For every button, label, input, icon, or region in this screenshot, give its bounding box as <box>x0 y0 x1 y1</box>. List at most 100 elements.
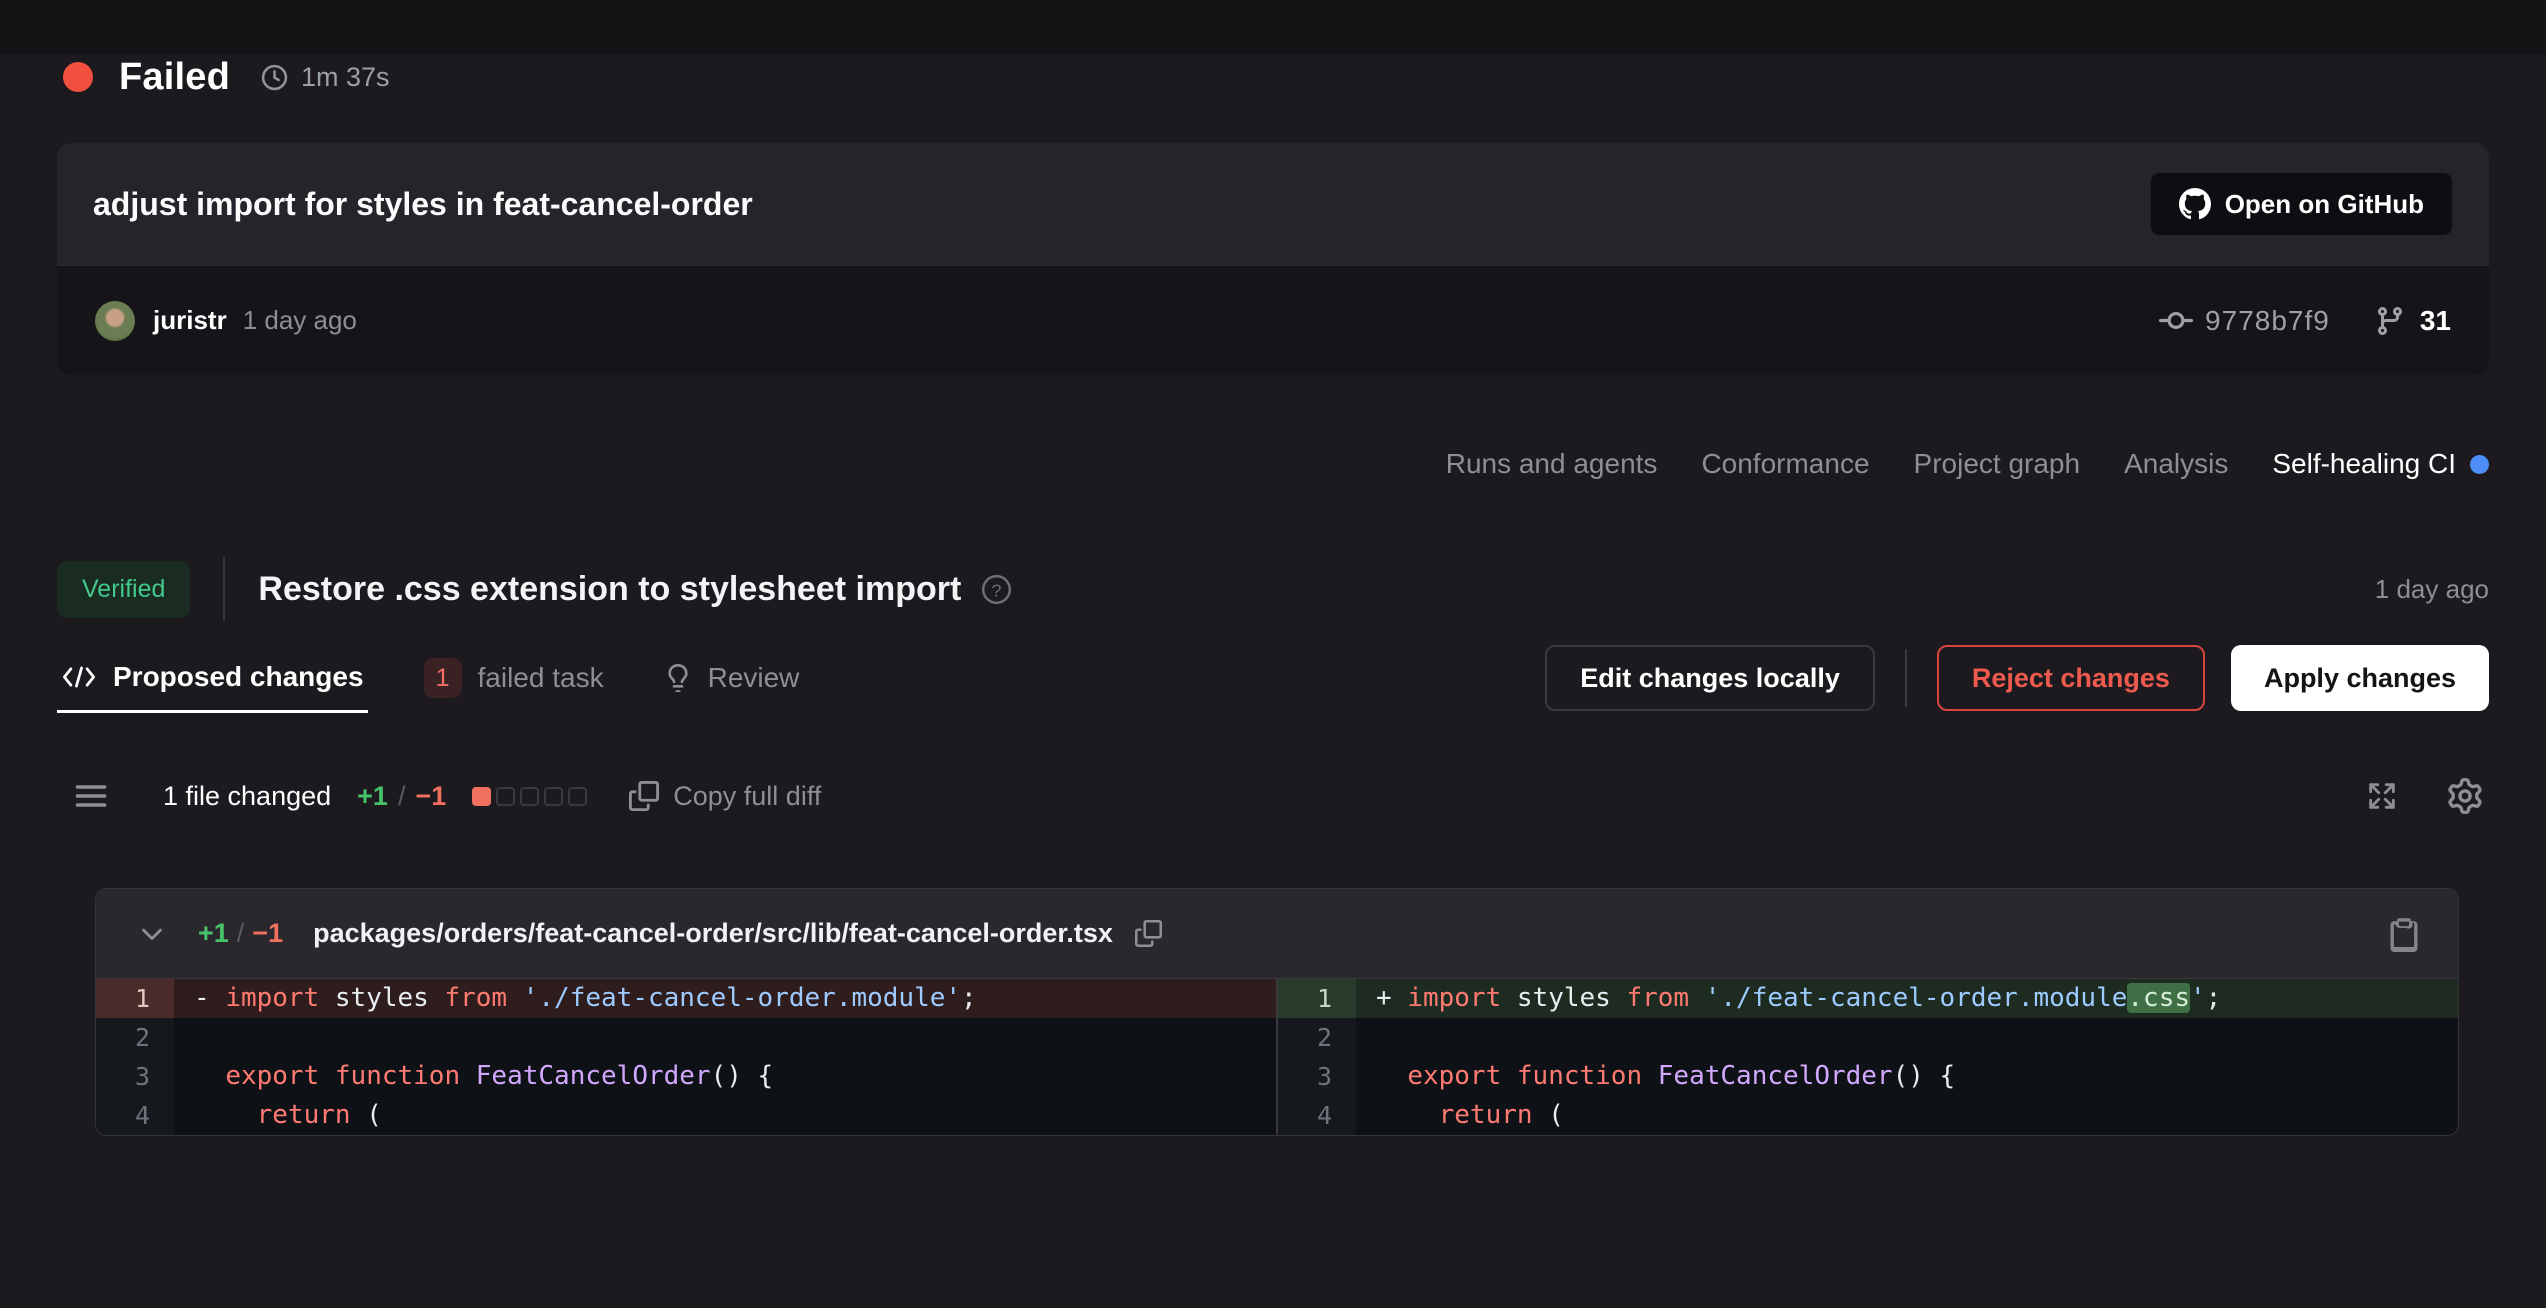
nav-conformance[interactable]: Conformance <box>1701 448 1869 480</box>
avatar <box>95 301 135 341</box>
copy-file-diff-icon[interactable] <box>2386 916 2422 952</box>
divider <box>223 557 225 621</box>
nav-project-graph[interactable]: Project graph <box>1914 448 2081 480</box>
branch-group[interactable]: 31 <box>2374 305 2451 337</box>
status-row: Failed 1m 37s <box>57 54 2489 100</box>
nav-analysis[interactable]: Analysis <box>2124 448 2228 480</box>
copy-full-diff-button[interactable]: Copy full diff <box>629 781 821 812</box>
diff-block <box>520 787 539 806</box>
notification-dot <box>2470 455 2489 474</box>
nav-self-healing-ci[interactable]: Self-healing CI <box>2272 448 2489 480</box>
copy-full-diff-label: Copy full diff <box>673 781 821 812</box>
github-button-label: Open on GitHub <box>2225 189 2424 220</box>
github-icon <box>2179 188 2211 220</box>
file-additions: +1 <box>198 918 229 949</box>
code-line: return ( <box>1356 1096 2458 1135</box>
diff-block <box>472 787 491 806</box>
files-changed-label: 1 file changed <box>163 781 331 812</box>
tab-failed-task[interactable]: 1 failed task <box>420 643 608 713</box>
reject-changes-button[interactable]: Reject changes <box>1937 645 2205 711</box>
expand-icon[interactable] <box>2365 779 2399 813</box>
code-line: export function FeatCancelOrder() { <box>1356 1057 2458 1096</box>
divider <box>1905 649 1907 707</box>
help-icon[interactable]: ? <box>981 574 1012 605</box>
copy-path-icon[interactable] <box>1135 920 1162 947</box>
failed-status-dot <box>63 62 93 92</box>
nav-runs-and-agents[interactable]: Runs and agents <box>1446 448 1658 480</box>
page: Failed 1m 37s adjust import for styles i… <box>0 54 2546 1308</box>
code-line: export function FeatCancelOrder() { <box>174 1057 1276 1096</box>
code-line: - import styles from './feat-cancel-orde… <box>174 979 1276 1018</box>
diff-line: 2 <box>1278 1018 2458 1057</box>
diff-line: 3 export function FeatCancelOrder() { <box>1278 1057 2458 1096</box>
file-deletions: −1 <box>252 918 283 949</box>
failed-count-badge: 1 <box>424 658 462 698</box>
commit-card-top: adjust import for styles in feat-cancel-… <box>57 143 2489 265</box>
clock-icon <box>260 63 289 92</box>
line-number: 2 <box>1278 1018 1356 1057</box>
line-number: 4 <box>96 1096 174 1135</box>
diff-line: 1- import styles from './feat-cancel-ord… <box>96 979 1276 1018</box>
file-list-menu-icon[interactable] <box>73 781 109 811</box>
stat-separator: / <box>398 781 406 812</box>
additions-count: +1 <box>357 781 388 812</box>
status-label: Failed <box>119 56 230 99</box>
tab-review[interactable]: Review <box>660 643 804 713</box>
chevron-down-icon[interactable] <box>138 920 166 948</box>
line-number: 3 <box>96 1057 174 1096</box>
line-number: 3 <box>1278 1057 1356 1096</box>
edit-changes-locally-button[interactable]: Edit changes locally <box>1545 645 1875 711</box>
line-number: 1 <box>96 979 174 1018</box>
open-on-github-button[interactable]: Open on GitHub <box>2150 172 2453 236</box>
code-line <box>174 1018 1276 1057</box>
apply-changes-button[interactable]: Apply changes <box>2231 645 2489 711</box>
diff-block <box>568 787 587 806</box>
line-number: 2 <box>96 1018 174 1057</box>
diff-line: 1+ import styles from './feat-cancel-ord… <box>1278 979 2458 1018</box>
diff-line: 4 return ( <box>1278 1096 2458 1135</box>
diff-line: 2 <box>96 1018 1276 1057</box>
diff-pane-left: 1- import styles from './feat-cancel-ord… <box>96 979 1278 1135</box>
diff-toolbar: 1 file changed +1 / −1 Copy full diff <box>57 769 2489 823</box>
diff-block <box>496 787 515 806</box>
copy-icon <box>629 781 659 811</box>
tab-failed-task-label: failed task <box>478 662 604 694</box>
nav-self-healing-ci-label: Self-healing CI <box>2272 448 2456 480</box>
line-number: 4 <box>1278 1096 1356 1135</box>
diff-blocks <box>472 787 587 806</box>
toolbar-right-icons <box>2365 778 2489 814</box>
commit-time: 1 day ago <box>243 305 357 336</box>
git-commit-icon <box>2159 304 2193 338</box>
tab-proposed-changes[interactable]: Proposed changes <box>57 643 368 713</box>
author-name: juristr <box>153 305 227 336</box>
diff-block <box>544 787 563 806</box>
diff-card: +1 / −1 packages/orders/feat-cancel-orde… <box>95 888 2459 1136</box>
tab-proposed-changes-label: Proposed changes <box>113 661 364 693</box>
gear-icon[interactable] <box>2447 778 2483 814</box>
tabs-row: Proposed changes 1 failed task Review Ed… <box>57 643 2489 713</box>
duration-text: 1m 37s <box>301 62 390 93</box>
fix-header: Verified Restore .css extension to style… <box>57 553 2489 625</box>
tab-review-label: Review <box>708 662 800 694</box>
diff-file-header[interactable]: +1 / −1 packages/orders/feat-cancel-orde… <box>96 889 2458 979</box>
code-line <box>1356 1018 2458 1057</box>
verified-badge: Verified <box>57 561 190 618</box>
line-number: 1 <box>1278 979 1356 1018</box>
diff-body: 1- import styles from './feat-cancel-ord… <box>96 979 2458 1135</box>
commit-card: adjust import for styles in feat-cancel-… <box>57 143 2489 375</box>
fix-title: Restore .css extension to stylesheet imp… <box>258 570 961 609</box>
branch-count: 31 <box>2420 305 2451 337</box>
diff-line: 4 return ( <box>96 1096 1276 1135</box>
code-line: return ( <box>174 1096 1276 1135</box>
diff-line: 3 export function FeatCancelOrder() { <box>96 1057 1276 1096</box>
code-line: + import styles from './feat-cancel-orde… <box>1356 979 2458 1018</box>
lightbulb-icon <box>664 664 692 692</box>
git-branch-icon <box>2374 305 2406 337</box>
commit-sha-group[interactable]: 9778b7f9 <box>2159 304 2330 338</box>
diff-pane-right: 1+ import styles from './feat-cancel-ord… <box>1278 979 2458 1135</box>
file-path: packages/orders/feat-cancel-order/src/li… <box>313 918 1113 949</box>
commit-title: adjust import for styles in feat-cancel-… <box>93 186 2150 223</box>
commit-sha: 9778b7f9 <box>2205 305 2330 337</box>
fix-time: 1 day ago <box>2375 574 2489 605</box>
action-buttons: Edit changes locally Reject changes Appl… <box>1545 643 2489 713</box>
